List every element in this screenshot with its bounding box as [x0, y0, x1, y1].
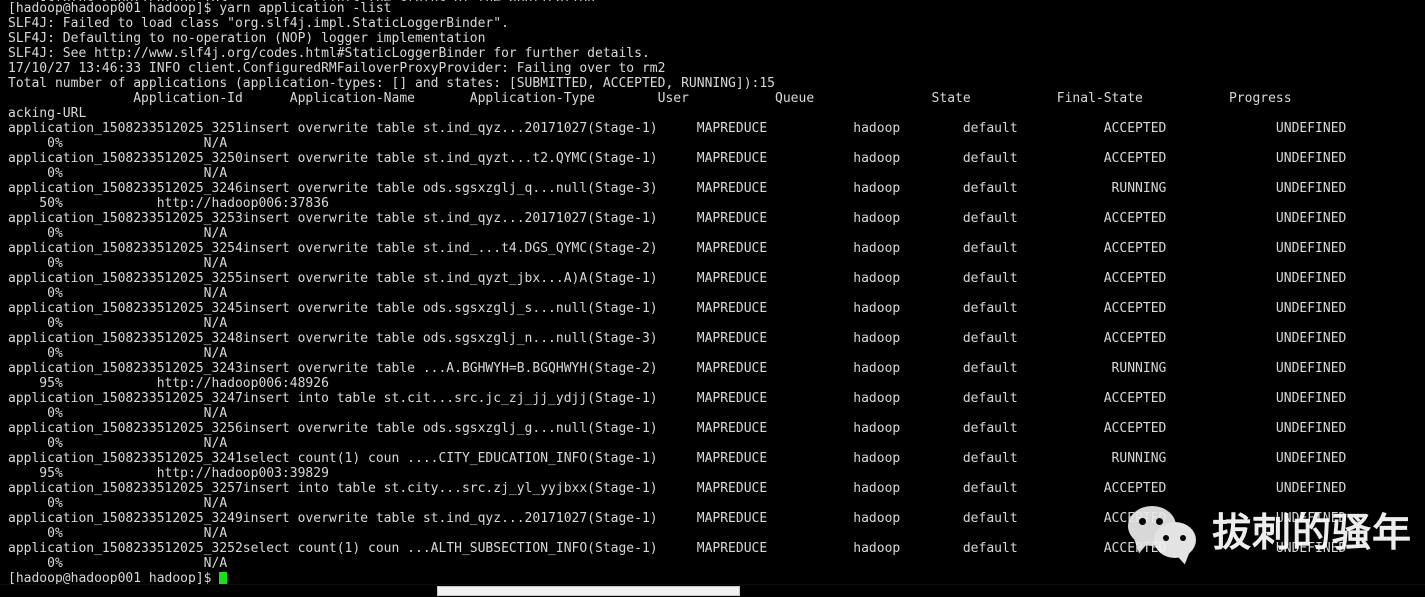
- table-row: application_1508233512025_3254insert ove…: [8, 241, 1347, 256]
- table-row-continuation: 95% http://hadoop003:39829: [8, 466, 329, 481]
- table-row-continuation: 0% N/A: [8, 256, 228, 271]
- table-header-line-1: Application-Id Application-Name Applicat…: [8, 91, 1425, 106]
- table-row: application_1508233512025_3251insert ove…: [8, 121, 1347, 136]
- table-row: application_1508233512025_3252select cou…: [8, 541, 1347, 556]
- table-row: application_1508233512025_3257insert int…: [8, 481, 1347, 496]
- table-row-continuation: 0% N/A: [8, 436, 228, 451]
- log-line-0: SLF4J: Failed to load class "org.slf4j.i…: [8, 16, 509, 31]
- terminal-window[interactable]: -status <Application ID> Prints the stat…: [0, 0, 1425, 585]
- table-row-continuation: 50% http://hadoop006:37836: [8, 196, 329, 211]
- table-row-continuation: 0% N/A: [8, 406, 228, 421]
- table-row-continuation: 0% N/A: [8, 496, 228, 511]
- table-row-continuation: 0% N/A: [8, 316, 228, 331]
- final-command-prompt[interactable]: [hadoop@hadoop001 hadoop]$: [8, 571, 1425, 585]
- log-line-4: Total number of applications (applicatio…: [8, 76, 776, 91]
- table-row: application_1508233512025_3245insert ove…: [8, 301, 1347, 316]
- table-row-continuation: 0% N/A: [8, 136, 228, 151]
- table-row-continuation: 0% N/A: [8, 166, 228, 181]
- text-cursor: [219, 572, 228, 584]
- scrollbar-thumb[interactable]: [437, 586, 740, 596]
- table-row: application_1508233512025_3256insert ove…: [8, 421, 1347, 436]
- table-row: application_1508233512025_3248insert ove…: [8, 331, 1347, 346]
- table-row-continuation: 0% N/A: [8, 556, 228, 571]
- log-line-3: 17/10/27 13:46:33 INFO client.Configured…: [8, 61, 666, 76]
- table-row: application_1508233512025_3247insert int…: [8, 391, 1347, 406]
- table-row-continuation: 0% N/A: [8, 526, 228, 541]
- table-row-continuation: 0% N/A: [8, 226, 228, 241]
- table-row: application_1508233512025_3241select cou…: [8, 451, 1347, 466]
- table-row: application_1508233512025_3250insert ove…: [8, 151, 1347, 166]
- table-row: application_1508233512025_3253insert ove…: [8, 211, 1347, 226]
- table-row: application_1508233512025_3246insert ove…: [8, 181, 1347, 196]
- table-row: application_1508233512025_3249insert ove…: [8, 511, 1347, 526]
- table-row: application_1508233512025_3243insert ove…: [8, 361, 1347, 376]
- table-row-continuation: 0% N/A: [8, 346, 228, 361]
- command-prompt-line: [hadoop@hadoop001 hadoop]$ yarn applicat…: [8, 1, 392, 16]
- table-row-continuation: 0% N/A: [8, 286, 228, 301]
- prompt-text: [hadoop@hadoop001 hadoop]$: [8, 571, 220, 585]
- log-line-1: SLF4J: Defaulting to no-operation (NOP) …: [8, 31, 486, 46]
- terminal-line-partial: -status <Application ID> Prints the stat…: [8, 0, 1425, 1]
- terminal-output: -status <Application ID> Prints the stat…: [8, 0, 1425, 585]
- table-header-line-2: acking-URL: [8, 106, 87, 121]
- table-row-continuation: 95% http://hadoop006:48926: [8, 376, 329, 391]
- horizontal-scrollbar[interactable]: [0, 584, 1425, 597]
- table-row: application_1508233512025_3255insert ove…: [8, 271, 1347, 286]
- log-line-2: SLF4J: See http://www.slf4j.org/codes.ht…: [8, 46, 650, 61]
